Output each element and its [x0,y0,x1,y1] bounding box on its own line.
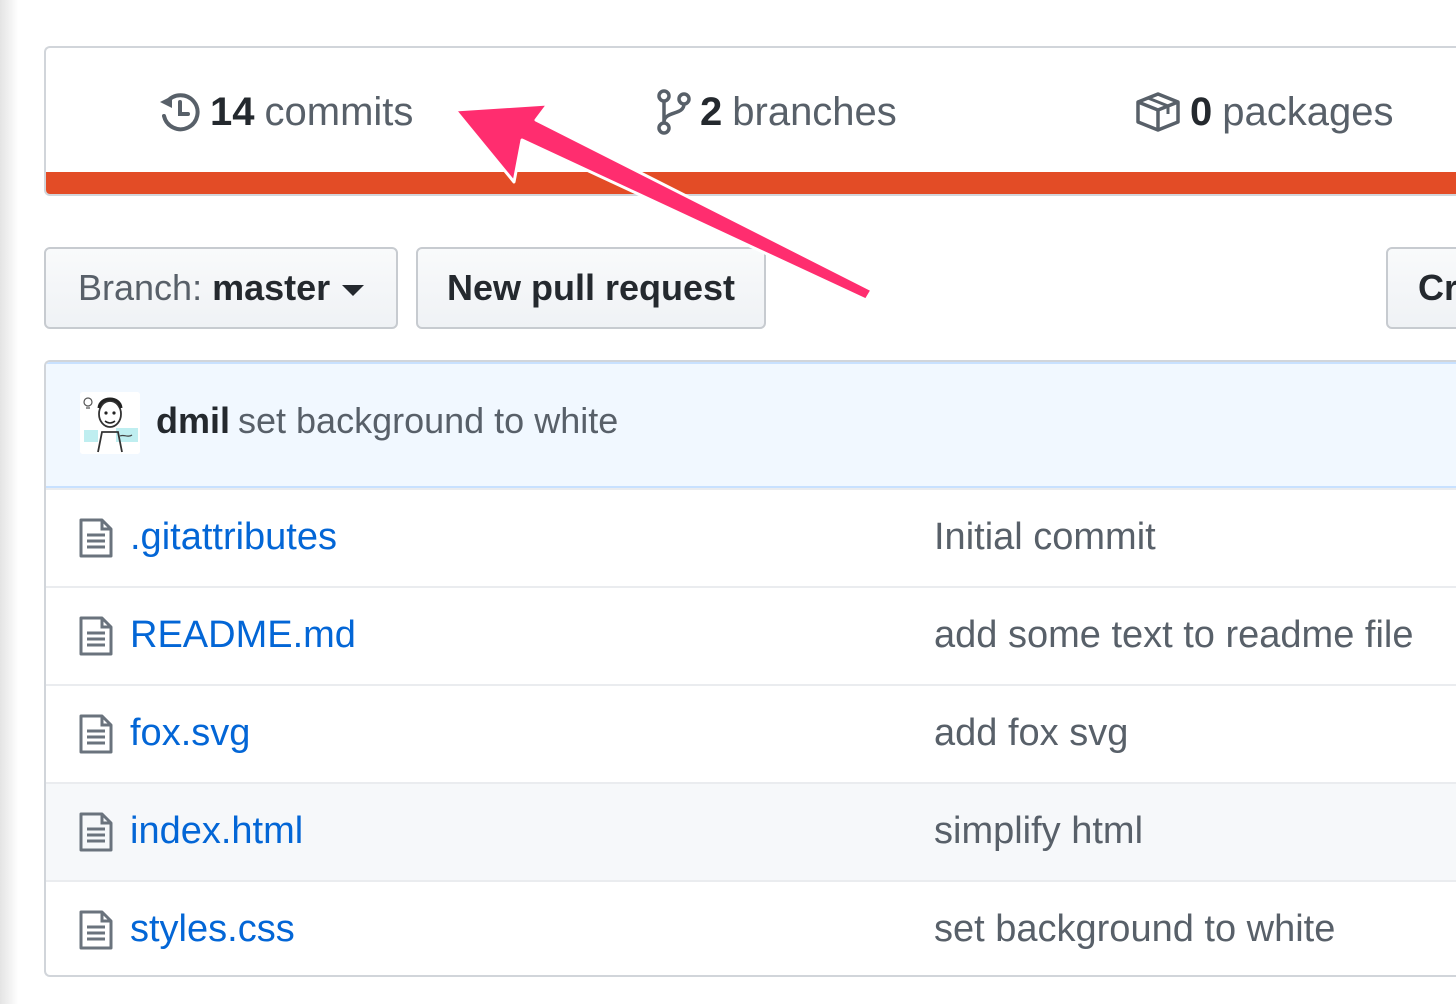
file-row: README.md add some text to readme file [46,586,1456,684]
branches-label: branches [732,89,897,134]
file-name-link[interactable]: index.html [130,810,303,853]
commits-link[interactable]: 14 commits [158,84,413,140]
branches-link[interactable]: 2 branches [656,84,897,140]
file-commit-message[interactable]: simplify html [934,810,1143,853]
history-icon [160,93,200,132]
git-branch-icon [657,89,691,135]
file-commit-message[interactable]: add some text to readme file [934,614,1413,657]
package-icon [1136,92,1180,132]
file-commit-message[interactable]: add fox svg [934,712,1128,755]
packages-count: 0 [1190,89,1213,134]
commit-message[interactable]: set background to white [238,400,618,442]
file-row: fox.svg add fox svg [46,684,1456,782]
branches-count: 2 [700,89,723,134]
file-commit-message[interactable]: Initial commit [934,516,1156,559]
file-icon [79,518,113,558]
create-button-label: Cr [1418,267,1456,308]
file-name-link[interactable]: fox.svg [130,712,250,755]
language-bar[interactable] [46,172,1456,194]
file-name-link[interactable]: .gitattributes [130,516,337,559]
file-icon [79,714,113,754]
commit-author[interactable]: dmil [156,400,230,442]
packages-link[interactable]: 0 packages [1134,84,1393,140]
file-icon [79,910,113,950]
file-icon [79,616,113,656]
new-pull-request-label: New pull request [446,267,736,308]
file-row: .gitattributes Initial commit [46,488,1456,586]
packages-label: packages [1222,89,1394,134]
file-row: styles.css set background to white [46,880,1456,975]
repository-summary: 14 commits 2 branches 0 packages [44,46,1456,196]
file-name-link[interactable]: styles.css [130,908,295,951]
repository-page: 14 commits 2 branches 0 packages Branch:… [0,0,1456,1004]
branch-prefix: Branch: [78,267,203,308]
branch-select-button[interactable]: Branch: master [44,247,398,329]
new-pull-request-button[interactable]: New pull request [416,247,766,329]
file-name-link[interactable]: README.md [130,614,356,657]
commits-count: 14 [210,89,255,134]
caret-down-icon [342,284,365,296]
latest-commit-bar: dmil set background to white [46,362,1456,488]
window-edge-shadow [0,0,18,1004]
branch-name: master [212,267,331,308]
commits-label: commits [264,89,414,134]
create-new-file-button[interactable]: Cr [1386,247,1456,329]
file-row: index.html simplify html [46,782,1456,880]
avatar[interactable] [80,392,140,454]
file-commit-message[interactable]: set background to white [934,908,1335,951]
file-list: dmil set background to white .gitattribu… [44,360,1456,977]
file-icon [79,812,113,852]
